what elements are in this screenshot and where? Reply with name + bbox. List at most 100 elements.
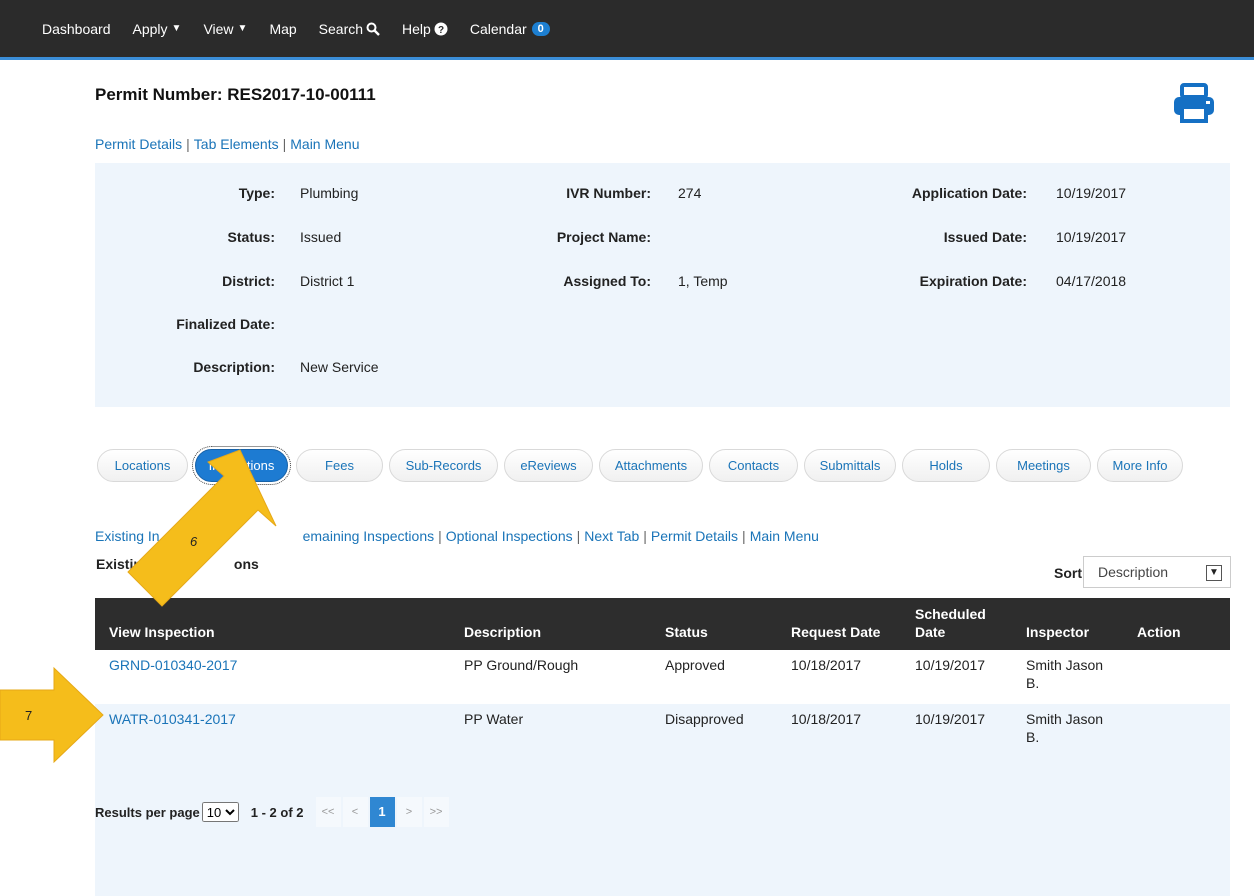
table-row: GRND-010340-2017 PP Ground/Rough Approve… (95, 650, 1230, 704)
nav-map[interactable]: Map (269, 21, 296, 37)
district-label: District: (222, 273, 275, 289)
result-count: 1 - 2 of 2 (250, 804, 304, 820)
results-per-page-select[interactable]: 10 (201, 802, 239, 822)
tab-elements-link[interactable]: Tab Elements (194, 136, 279, 152)
page-title: Permit Number: RES2017-10-00111 (95, 85, 376, 104)
expiration-date-value: 04/17/2018 (1056, 273, 1127, 289)
nav-help-label: Help (402, 20, 431, 37)
col-view-inspection[interactable]: View Inspection (109, 623, 215, 641)
row-description: PP Water (464, 711, 524, 727)
col-scheduled-line1: Scheduled (915, 606, 986, 622)
tab-inspections[interactable]: Inspections (192, 446, 291, 485)
expiration-date-label: Expiration Date: (919, 273, 1027, 289)
tab-locations[interactable]: Locations (97, 449, 188, 482)
row-inspector-line2: B. (1026, 675, 1040, 691)
tab-ereviews[interactable]: eReviews (504, 449, 593, 482)
tab-holds[interactable]: Holds (902, 449, 990, 482)
row-status: Approved (665, 657, 725, 673)
separator: | (186, 136, 190, 152)
permit-details-link[interactable]: Permit Details (95, 136, 182, 152)
row-request-date: 10/18/2017 (791, 657, 862, 673)
row-inspector-line1: Smith Jason (1026, 657, 1104, 673)
nav-map-label: Map (269, 20, 297, 37)
type-value: Plumbing (300, 185, 359, 201)
first-page-button[interactable]: << (315, 797, 341, 827)
prev-page-button[interactable]: < (342, 797, 368, 827)
nav-help[interactable]: Help ? (402, 21, 448, 37)
existing-inspections-link[interactable]: Existing In (95, 528, 160, 544)
issued-date-value: 10/19/2017 (1056, 229, 1127, 245)
main-menu-link[interactable]: Main Menu (290, 136, 359, 152)
row-inspector-line1: Smith Jason (1026, 711, 1104, 727)
inspection-links: Existing In emaining Inspections | Optional… (95, 528, 819, 544)
results-per-page-label: Results per page (95, 804, 200, 820)
description-value: New Service (300, 359, 379, 375)
table-header: View Inspection Description Status Reque… (95, 598, 1230, 650)
nav-apply-label: Apply (132, 20, 168, 37)
tab-sub-records[interactable]: Sub-Records (389, 449, 498, 482)
caret-down-icon: ▼ (171, 23, 182, 34)
nav-calendar[interactable]: Calendar 0 (470, 21, 550, 37)
tab-meetings[interactable]: Meetings (996, 449, 1091, 482)
separator: | (576, 528, 581, 544)
permit-details-link-2[interactable]: Permit Details (651, 528, 738, 544)
remaining-inspections-link[interactable]: emaining Inspections (303, 528, 435, 544)
col-action: Action (1137, 624, 1181, 640)
permit-links: Permit Details | Tab Elements | Main Menu (95, 136, 360, 152)
last-page-button[interactable]: >> (423, 797, 449, 827)
col-inspector[interactable]: Inspector (1026, 623, 1089, 641)
finalized-date-label: Finalized Date: (176, 316, 275, 332)
col-request-date[interactable]: Request Date (791, 623, 880, 641)
ivr-number-value: 274 (678, 185, 702, 201)
issued-date-label: Issued Date: (943, 229, 1027, 245)
next-tab-link[interactable]: Next Tab (584, 528, 639, 544)
assigned-to-label: Assigned To: (563, 273, 651, 289)
help-icon: ? (434, 22, 448, 36)
chevron-down-icon: ▼ (1206, 565, 1222, 581)
sort-label: Sort (1054, 565, 1082, 581)
row-description: PP Ground/Rough (464, 657, 579, 673)
inspection-link[interactable]: WATR-010341-2017 (109, 710, 236, 728)
nav-dashboard-label: Dashboard (42, 20, 111, 37)
nav-apply[interactable]: Apply ▼ (133, 21, 182, 37)
nav-view[interactable]: View ▼ (203, 21, 247, 37)
assigned-to-value: 1, Temp (678, 273, 728, 289)
tab-contacts[interactable]: Contacts (709, 449, 798, 482)
nav-search[interactable]: Search (319, 21, 380, 37)
separator: | (742, 528, 746, 544)
permit-details-panel: Type: Plumbing Status: Issued District: … (95, 163, 1230, 407)
row-inspector-line2: B. (1026, 729, 1040, 745)
col-status[interactable]: Status (665, 623, 708, 641)
row-inspector: Smith Jason B. (1026, 656, 1103, 692)
sort-selected-value: Description (1098, 564, 1169, 580)
col-description[interactable]: Description (464, 623, 541, 641)
ivr-number-label: IVR Number: (566, 185, 651, 201)
inspections-table: View Inspection Description Status Reque… (95, 598, 1230, 896)
district-value: District 1 (300, 273, 355, 289)
row-request-date: 10/18/2017 (791, 711, 862, 727)
status-label: Status: (227, 229, 275, 245)
tab-attachments[interactable]: Attachments (599, 449, 703, 482)
next-page-button[interactable]: > (396, 797, 422, 827)
print-icon[interactable] (1172, 83, 1216, 125)
nav-dashboard[interactable]: Dashboard (42, 21, 111, 37)
col-scheduled-date[interactable]: Scheduled Date (915, 605, 986, 641)
status-value: Issued (300, 229, 342, 245)
sort-select[interactable]: Description ▼ (1083, 556, 1231, 588)
row-inspector: Smith Jason B. (1026, 710, 1103, 746)
tab-fees[interactable]: Fees (296, 449, 383, 482)
main-menu-link-2[interactable]: Main Menu (750, 528, 819, 544)
row-status: Disapproved (665, 711, 744, 727)
pagination: Results per page 10 1 - 2 of 2 << < 1 > … (95, 792, 451, 832)
search-icon (366, 22, 380, 36)
row-scheduled-date: 10/19/2017 (915, 711, 986, 727)
inspection-link[interactable]: GRND-010340-2017 (109, 656, 237, 674)
optional-inspections-link[interactable]: Optional Inspections (446, 528, 573, 544)
calendar-count-badge: 0 (531, 21, 550, 36)
section-title: Existin ons (96, 556, 259, 572)
page-1-button[interactable]: 1 (369, 797, 395, 827)
tab-more-info[interactable]: More Info (1097, 449, 1183, 482)
tab-submittals[interactable]: Submittals (804, 449, 896, 482)
table-row: WATR-010341-2017 PP Water Disapproved 10… (95, 704, 1230, 758)
section-title-end: ons (233, 556, 259, 572)
